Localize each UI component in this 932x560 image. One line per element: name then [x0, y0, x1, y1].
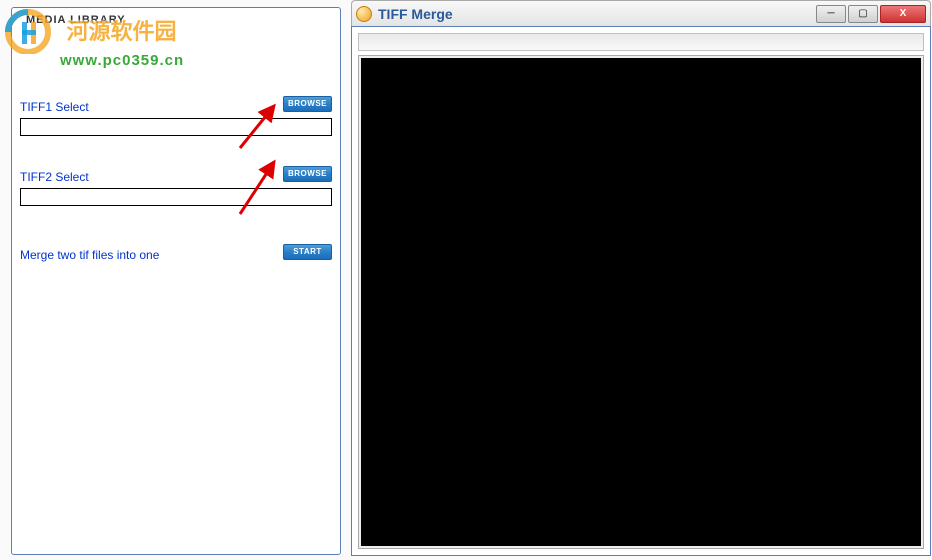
tiff-merge-window: TIFF Merge ─ ▢ X — [351, 0, 931, 556]
window-body — [351, 26, 931, 556]
window-title: TIFF Merge — [378, 6, 814, 22]
maximize-button[interactable]: ▢ — [848, 5, 878, 23]
preview-frame — [358, 55, 924, 549]
app-icon — [356, 6, 372, 22]
start-button[interactable]: START — [283, 244, 332, 260]
tiff1-browse-button[interactable]: BROWSE — [283, 96, 332, 112]
tiff2-browse-button[interactable]: BROWSE — [283, 166, 332, 182]
tiff1-label: TIFF1 Select — [20, 100, 89, 114]
minimize-button[interactable]: ─ — [816, 5, 846, 23]
merge-label: Merge two tif files into one — [20, 248, 159, 262]
media-library-panel: MEDIA LIBRARY TIFF1 Select BROWSE TIFF2 … — [11, 7, 341, 555]
preview-area — [361, 58, 921, 546]
titlebar: TIFF Merge ─ ▢ X — [351, 0, 931, 26]
close-button[interactable]: X — [880, 5, 926, 23]
tiff1-row: TIFF1 Select BROWSE — [20, 98, 332, 136]
merge-row: Merge two tif files into one START — [20, 246, 332, 264]
toolbar-strip — [358, 33, 924, 51]
tiff2-row: TIFF2 Select BROWSE — [20, 168, 332, 206]
tiff1-path-input[interactable] — [20, 118, 332, 136]
tiff2-label: TIFF2 Select — [20, 170, 89, 184]
window-controls: ─ ▢ X — [814, 5, 926, 23]
panel-title: MEDIA LIBRARY — [26, 14, 332, 26]
tiff2-path-input[interactable] — [20, 188, 332, 206]
